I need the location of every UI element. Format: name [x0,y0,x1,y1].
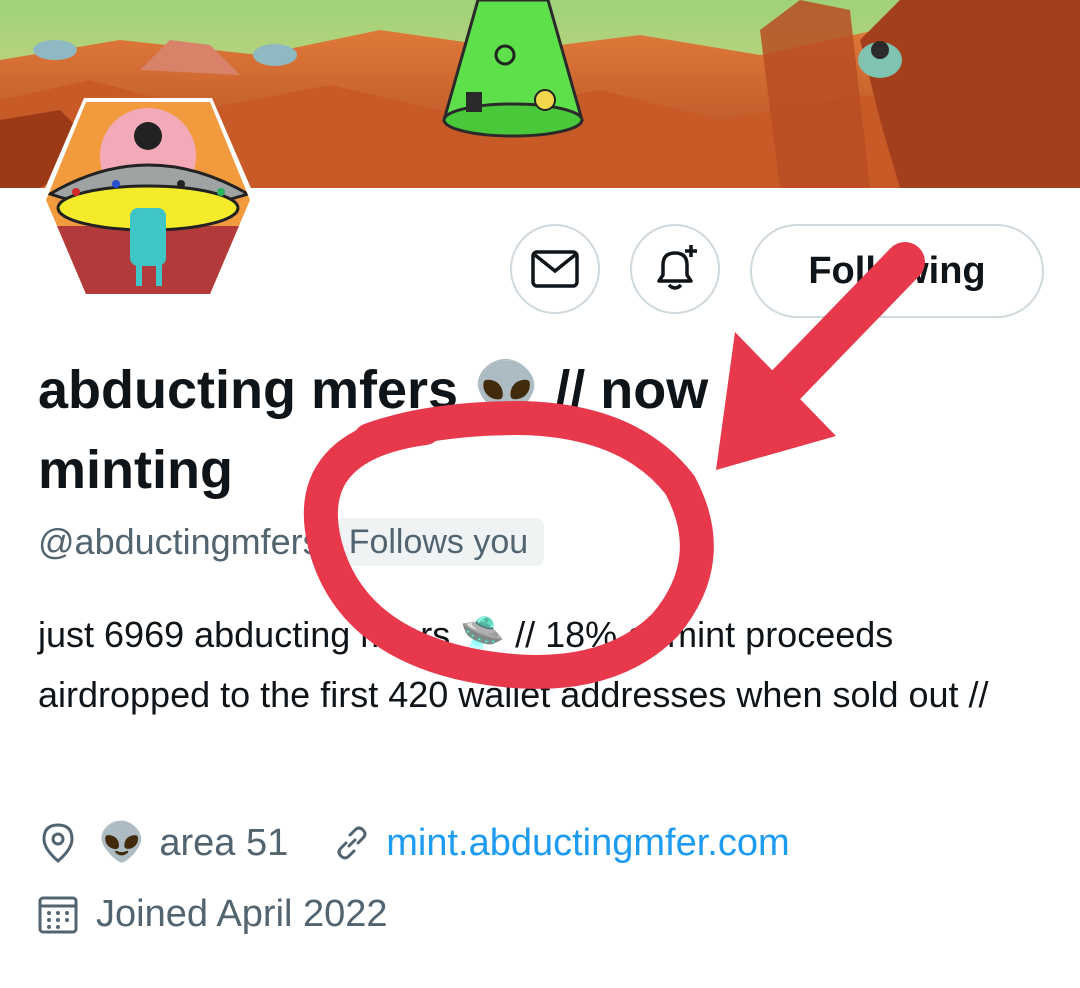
following-button[interactable]: Following [750,224,1044,318]
profile-website-link[interactable]: mint.abductingmfer.com [386,822,789,865]
profile-avatar[interactable] [36,96,260,304]
profile-meta-location-website: 👽 area 51 mint.abductingmfer.com [36,815,790,871]
notifications-button[interactable] [630,224,720,314]
envelope-icon [531,249,579,289]
follows-you-badge: Follows you [332,518,545,566]
joined-date: Joined April 2022 [96,892,388,935]
handle-row: @abductingmfers Follows you [38,516,545,568]
profile-meta-joined: Joined April 2022 [36,886,388,942]
calendar-icon [36,892,80,936]
location-emoji: 👽 [98,822,146,864]
profile-handle: @abductingmfers [38,521,321,562]
message-button[interactable] [510,224,600,314]
link-icon [332,823,372,863]
profile-bio: just 6969 abducting mfers 🛸 // 18% of mi… [38,614,989,715]
avatar-image [40,98,256,300]
bell-plus-icon [649,243,701,295]
profile-location: area 51 [159,821,289,864]
profile-display-name: abducting mfers 👽 // now minting [38,360,709,500]
location-pin-icon [36,821,80,865]
